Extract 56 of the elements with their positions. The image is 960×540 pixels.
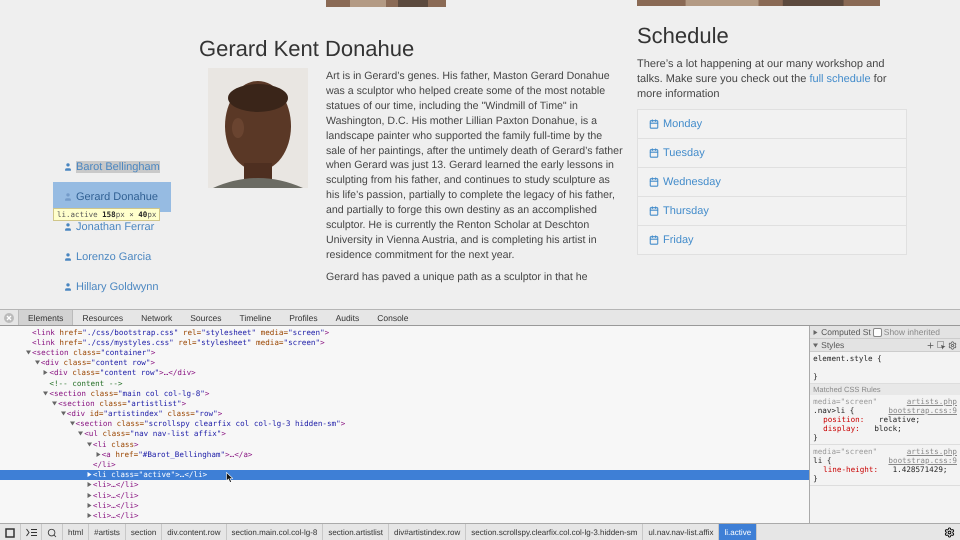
pane-title[interactable]: Computed St: [821, 327, 871, 337]
add-icon[interactable]: [926, 340, 935, 350]
collapsed-arrow-icon[interactable]: [86, 512, 92, 518]
calendar-icon: [649, 206, 659, 216]
devtools-tab[interactable]: Network: [132, 310, 182, 325]
person-icon: [63, 192, 73, 202]
cursor-icon: [226, 472, 233, 483]
collapsed-arrow-icon[interactable]: [96, 452, 101, 457]
expanded-arrow-icon[interactable]: [86, 442, 92, 447]
breadcrumb[interactable]: section.scrollspy.clearfix.col.col-lg-3.hidden-sm: [466, 524, 644, 540]
artist-name: Gerard Kent Donahue: [199, 36, 416, 62]
expanded-arrow-icon[interactable]: [60, 411, 66, 416]
calendar-icon: [649, 177, 659, 187]
expanded-arrow-icon[interactable]: [52, 400, 58, 406]
bio-paragraph: Gerard has paved a unique path as a sculptor in that he: [326, 270, 588, 285]
person-icon: [63, 162, 73, 172]
checkbox-label: Show inherited: [884, 327, 940, 337]
schedule-intro: There’s a lot happening at our many workshop and talks. Make sure you check out the full schedule for more information: [637, 57, 888, 102]
collapsed-arrow-icon[interactable]: [43, 370, 48, 376]
breadcrumb[interactable]: div#artistindex.row: [389, 524, 466, 540]
devtools-tab[interactable]: Resources: [73, 310, 132, 325]
collapsed-arrow-icon[interactable]: [86, 482, 92, 488]
devtools-tab[interactable]: Sources: [181, 310, 230, 325]
expanded-arrow-icon[interactable]: [70, 421, 74, 426]
schedule-title: Schedule: [637, 23, 730, 49]
breadcrumb[interactable]: section: [126, 524, 162, 540]
devtools-tab[interactable]: Console: [368, 310, 418, 325]
devtools-tab[interactable]: Profiles: [280, 310, 327, 325]
devtools-tab[interactable]: Audits: [326, 310, 368, 325]
expanded-arrow-icon[interactable]: [34, 360, 40, 366]
calendar-icon: [649, 235, 659, 245]
pointer-icon[interactable]: [937, 340, 946, 350]
breadcrumb[interactable]: li.active: [719, 524, 758, 540]
calendar-icon: [649, 119, 659, 129]
collapsed-arrow-icon[interactable]: [86, 502, 92, 508]
devtools-tab[interactable]: Elements: [18, 310, 74, 325]
collapsed-arrow-icon[interactable]: [813, 330, 818, 334]
expanded-arrow-icon[interactable]: [813, 342, 818, 348]
person-icon: [63, 282, 73, 292]
breadcrumb[interactable]: html: [63, 524, 90, 540]
person-icon: [63, 252, 73, 262]
breadcrumb[interactable]: #artists: [89, 524, 126, 540]
expanded-arrow-icon[interactable]: [43, 390, 48, 396]
bio-paragraph: Art is in Gerard’s genes. His father, Maston Gerard Donahue was a sculptor who helped create some of the most notable statues of our time, including the "Windmill of Time" in Washington, D.C. His mother Lillian Paxton Donahue, is a landscape painter who supported the family full-time by the sale of her paintings, after the untimely death of Gerard’s father when Gerard was just 13. Gerard learned the early lessons in sculpting from his father, and continues to study sculpture as his life’s passion, partially to complete the legacy of his father, and partially to forge this own destiny as an accomplished sculptor. He is currently the Renton Scholar at Deschton University in Vienna Austria, and is completing his artist in residence commitment for the next year.: [326, 69, 624, 263]
expanded-arrow-icon[interactable]: [78, 431, 84, 436]
checkbox[interactable]: [872, 328, 882, 336]
person-icon: [63, 222, 73, 232]
settings-icon[interactable]: [944, 527, 955, 538]
breadcrumb[interactable]: section.artistlist: [323, 524, 389, 540]
devtools-tab[interactable]: Timeline: [230, 310, 280, 325]
breadcrumb[interactable]: section.main.col.col-lg-8: [226, 524, 324, 540]
calendar-icon: [649, 148, 659, 158]
collapsed-arrow-icon[interactable]: [86, 492, 92, 498]
breadcrumb[interactable]: div.content.row: [162, 524, 226, 540]
expanded-arrow-icon[interactable]: [26, 350, 31, 355]
collapsed-arrow-icon[interactable]: [86, 472, 92, 478]
